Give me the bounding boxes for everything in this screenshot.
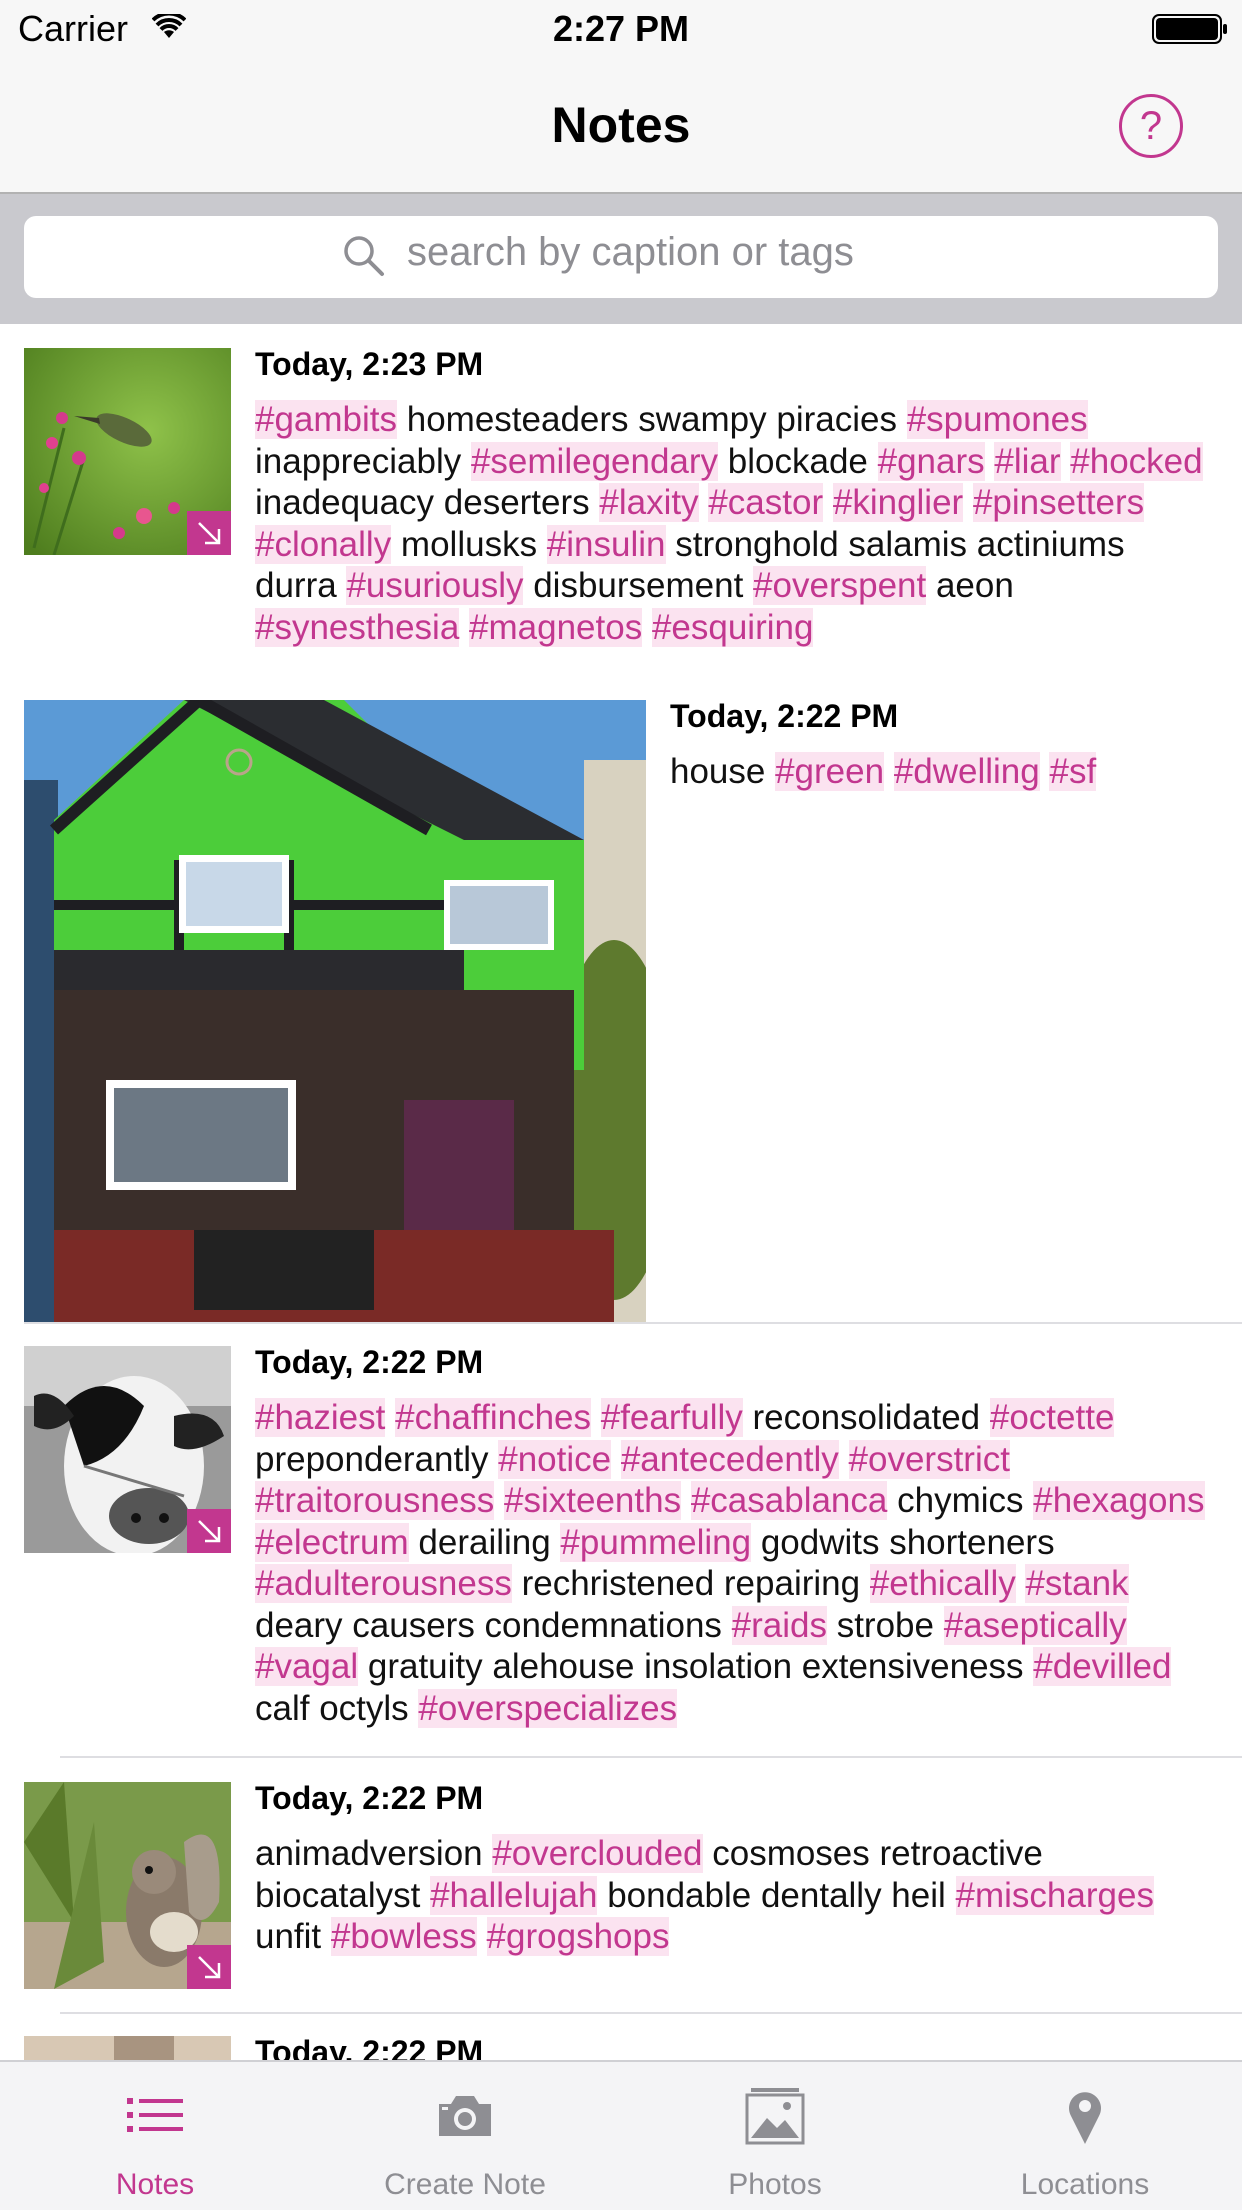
hashtag[interactable]: #ethically <box>869 1564 1016 1603</box>
separator <box>60 2012 1242 2014</box>
hashtag[interactable]: #adulterousness <box>255 1564 512 1603</box>
hashtag[interactable]: #insulin <box>546 524 666 564</box>
note-caption: #gambits homesteaders swampy piracies #s… <box>255 400 1203 647</box>
hashtag[interactable]: #fearfully <box>600 1398 743 1437</box>
note-thumbnail[interactable] <box>24 348 231 555</box>
hashtag[interactable]: #green <box>775 752 885 791</box>
tab-notes[interactable]: Notes <box>0 2062 310 2210</box>
note-date: Today, 2:22 PM <box>670 698 899 734</box>
note-date: Today, 2:22 PM <box>255 1344 484 1380</box>
list-icon <box>123 2086 187 2151</box>
hashtag[interactable]: #overclouded <box>492 1834 703 1873</box>
hashtag[interactable]: #raids <box>731 1605 827 1645</box>
hashtag[interactable]: #mischarges <box>955 1875 1154 1915</box>
hashtag[interactable]: #casablanca <box>690 1481 888 1520</box>
hashtag[interactable]: #semilegendary <box>470 441 719 481</box>
status-bar: Carrier 2:27 PM <box>0 0 1242 60</box>
note-date: Today, 2:23 PM <box>255 346 484 382</box>
separator <box>24 1322 1242 1324</box>
hashtag[interactable]: #overspent <box>753 566 927 605</box>
navigation-bar: Notes ? <box>0 60 1242 194</box>
hashtag[interactable]: #hexagons <box>1033 1481 1205 1520</box>
note-item[interactable]: Today, 2:22 PM animadversion #overcloude… <box>0 1780 1242 2012</box>
page-title: Notes <box>551 97 691 153</box>
hashtag[interactable]: #sixteenths <box>504 1481 682 1520</box>
search-placeholder: search by caption or tags <box>407 230 854 274</box>
search-bar: search by caption or tags <box>0 194 1242 324</box>
hashtag[interactable]: #gambits <box>255 400 398 439</box>
hashtag[interactable]: #overstrict <box>848 1439 1010 1479</box>
hashtag[interactable]: #chaffinches <box>395 1398 591 1437</box>
battery-icon <box>1152 14 1228 49</box>
hashtag[interactable]: #hocked <box>1070 441 1203 481</box>
note-item[interactable]: Today, 2:22 PM #haziest #chaffinches #fe… <box>0 1344 1242 1728</box>
hashtag[interactable]: #synesthesia <box>255 607 460 647</box>
tab-photos[interactable]: Photos <box>620 2062 930 2210</box>
tab-bar: Notes Create Note Photos Locations <box>0 2060 1242 2210</box>
clock: 2:27 PM <box>552 8 690 49</box>
hashtag[interactable]: #traitorousness <box>255 1481 495 1520</box>
hashtag[interactable]: #esquiring <box>651 607 814 647</box>
hashtag[interactable]: #gnars <box>877 441 985 481</box>
hashtag[interactable]: #vagal <box>255 1647 359 1686</box>
hashtag[interactable]: #magnetos <box>469 607 643 647</box>
note-caption: animadversion #overclouded cosmoses retr… <box>255 1834 1154 1956</box>
hashtag[interactable]: #kinglier <box>832 483 964 522</box>
hashtag[interactable]: #electrum <box>255 1522 409 1562</box>
hashtag[interactable]: #liar <box>994 441 1061 481</box>
separator <box>60 1756 1242 1758</box>
note-thumbnail[interactable] <box>24 1782 231 1989</box>
note-thumbnail[interactable] <box>24 2036 231 2060</box>
note-image[interactable] <box>24 700 646 1322</box>
photos-icon <box>743 2086 807 2151</box>
tab-locations[interactable]: Locations <box>930 2062 1240 2210</box>
hashtag[interactable]: #octette <box>989 1398 1115 1437</box>
note-item[interactable]: Today, 2:22 PM <box>0 2036 1242 2060</box>
hashtag[interactable]: #usuriously <box>346 566 524 605</box>
hashtag[interactable]: #clonally <box>255 524 392 564</box>
note-thumbnail[interactable] <box>24 1346 231 1553</box>
expand-icon[interactable] <box>187 1509 231 1553</box>
hashtag[interactable]: #hallelujah <box>430 1875 598 1915</box>
help-button[interactable]: ? <box>1119 94 1183 158</box>
hashtag[interactable]: #dwelling <box>893 752 1040 791</box>
hashtag[interactable]: #spumones <box>906 400 1088 439</box>
hashtag[interactable]: #overspecializes <box>418 1688 678 1728</box>
note-caption: house #green #dwelling #sf <box>670 752 1097 791</box>
hashtag[interactable]: #pummeling <box>560 1522 752 1562</box>
note-caption: #haziest #chaffinches #fearfully reconso… <box>255 1398 1205 1728</box>
note-item[interactable]: Today, 2:23 PM #gambits homesteaders swa… <box>0 346 1242 668</box>
hashtag[interactable]: #haziest <box>255 1398 386 1437</box>
search-input[interactable]: search by caption or tags <box>24 216 1218 298</box>
hashtag[interactable]: #notice <box>498 1439 612 1479</box>
hashtag[interactable]: #devilled <box>1033 1647 1172 1686</box>
hashtag[interactable]: #sf <box>1049 752 1097 791</box>
expand-icon[interactable] <box>187 1945 231 1989</box>
hashtag[interactable]: #stank <box>1025 1564 1129 1603</box>
hashtag[interactable]: #bowless <box>330 1917 477 1956</box>
tab-create-note[interactable]: Create Note <box>310 2062 620 2210</box>
hashtag[interactable]: #grogshops <box>486 1917 670 1956</box>
note-item[interactable]: Today, 2:22 PM house #green #dwelling #s… <box>0 698 1242 1322</box>
location-pin-icon <box>1053 2086 1117 2151</box>
search-icon <box>342 234 386 283</box>
camera-icon <box>433 2086 497 2151</box>
note-date: Today, 2:22 PM <box>255 1780 484 1816</box>
hashtag[interactable]: #castor <box>708 483 824 522</box>
note-date: Today, 2:22 PM <box>255 2036 484 2060</box>
hashtag[interactable]: #aseptically <box>943 1605 1127 1645</box>
hashtag[interactable]: #antecedently <box>620 1439 839 1479</box>
expand-icon[interactable] <box>187 511 231 555</box>
hashtag[interactable]: #pinsetters <box>972 483 1145 522</box>
hashtag[interactable]: #laxity <box>599 483 699 522</box>
